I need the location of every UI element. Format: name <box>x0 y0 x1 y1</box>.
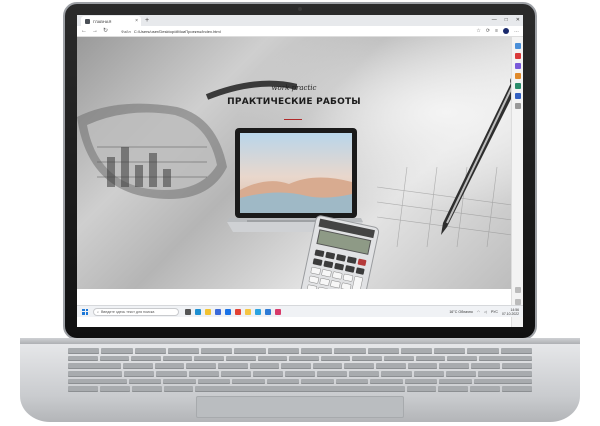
laptop-mockup: ГЛАВНАЯ × + — □ ✕ ← → ↻ Файл C:/Users/us… <box>0 0 600 426</box>
browser-sidebar <box>511 37 523 327</box>
navigation-buttons: ← → ↻ <box>81 28 108 35</box>
games-sidebar-icon[interactable] <box>515 73 521 79</box>
windows-taskbar: ⌕ Введите здесь текст для поиска 16°C Об… <box>77 305 523 317</box>
wifi-icon[interactable]: ◠ <box>477 310 480 314</box>
telegram-icon[interactable] <box>255 308 261 315</box>
more-menu-icon[interactable]: … <box>514 28 519 35</box>
keyboard <box>68 348 533 393</box>
yandex-icon[interactable] <box>245 308 251 315</box>
url-scheme-label: Файл <box>121 29 131 34</box>
title-underline <box>284 119 302 120</box>
window-controls: — □ ✕ <box>492 16 520 25</box>
search-icon: ⌕ <box>97 309 100 314</box>
browser-tab-bar: ГЛАВНАЯ × + — □ ✕ <box>77 15 523 26</box>
weather-widget[interactable]: 16°C Облачно <box>449 310 473 314</box>
touchpad[interactable] <box>196 396 404 418</box>
taskbar-search-box[interactable]: ⌕ Введите здесь текст для поиска <box>93 307 179 316</box>
file-explorer-icon[interactable] <box>205 308 211 315</box>
url-field[interactable]: Файл C:/Users/user/Desktop/#МоиПроекты/i… <box>121 28 451 35</box>
outlook-sidebar-icon[interactable] <box>515 93 521 99</box>
shopping-sidebar-icon[interactable] <box>515 53 521 59</box>
add-sidebar-icon[interactable] <box>515 103 521 109</box>
hero-subtitle: work practic <box>271 84 317 92</box>
search-sidebar-icon[interactable] <box>515 43 521 49</box>
opera-icon[interactable] <box>275 308 281 315</box>
sidebar-settings-icon[interactable] <box>515 287 521 293</box>
close-window-button[interactable]: ✕ <box>516 16 520 25</box>
clock-date: 07.10.2022 <box>502 312 519 316</box>
tab-title: ГЛАВНАЯ <box>93 18 112 24</box>
vscode-icon[interactable] <box>265 308 271 315</box>
web-page-hero: work practic ПРАКТИЧЕСКИЕ РАБОТЫ <box>77 37 511 289</box>
system-tray: 16°C Облачно ◠ ◁ РУС 14:56 07.10.2022 <box>449 308 519 316</box>
tools-sidebar-icon[interactable] <box>515 63 521 69</box>
mail-icon[interactable] <box>225 308 231 315</box>
taskbar-search-placeholder: Введите здесь текст для поиска <box>101 309 155 314</box>
refresh-icon[interactable]: ⟳ <box>486 28 490 35</box>
address-bar-row: ← → ↻ Файл C:/Users/user/Desktop/#МоиПро… <box>77 26 523 37</box>
laptop-screen: ГЛАВНАЯ × + — □ ✕ ← → ↻ Файл C:/Users/us… <box>77 15 523 327</box>
forward-button[interactable]: → <box>92 28 98 35</box>
chrome-icon[interactable] <box>235 308 241 315</box>
address-bar-icons: ☆ ⟳ ≡ … <box>476 28 519 35</box>
taskbar-apps <box>185 308 281 315</box>
new-tab-button[interactable]: + <box>145 16 149 25</box>
pen-image <box>377 78 511 247</box>
maximize-button[interactable]: □ <box>505 16 508 25</box>
volume-icon[interactable]: ◁ <box>484 310 487 314</box>
page-lower-area <box>77 289 511 305</box>
laptop-hinge <box>20 338 580 344</box>
minimize-button[interactable]: — <box>492 16 497 25</box>
collections-icon[interactable]: ≡ <box>495 28 498 35</box>
task-view-icon[interactable] <box>185 308 191 315</box>
browser-tab[interactable]: ГЛАВНАЯ × <box>81 16 141 26</box>
calculator-image <box>299 215 380 289</box>
store-icon[interactable] <box>215 308 221 315</box>
laptop-base <box>20 338 580 422</box>
taskbar-clock[interactable]: 14:56 07.10.2022 <box>502 308 519 316</box>
hero-title: ПРАКТИЧЕСКИЕ РАБОТЫ <box>227 97 361 107</box>
favorite-star-icon[interactable]: ☆ <box>476 28 480 35</box>
start-menu-button[interactable] <box>82 308 88 315</box>
page-favicon-icon <box>85 18 90 24</box>
back-button[interactable]: ← <box>81 28 87 35</box>
edge-icon[interactable] <box>195 308 201 315</box>
language-indicator[interactable]: РУС <box>491 310 498 314</box>
url-text: C:/Users/user/Desktop/#МоиПроекты/index.… <box>133 29 221 34</box>
tab-close-icon[interactable]: × <box>135 18 138 24</box>
office-sidebar-icon[interactable] <box>515 83 521 89</box>
reload-button[interactable]: ↻ <box>103 28 108 35</box>
webcam <box>298 7 302 11</box>
profile-avatar[interactable] <box>503 28 509 34</box>
